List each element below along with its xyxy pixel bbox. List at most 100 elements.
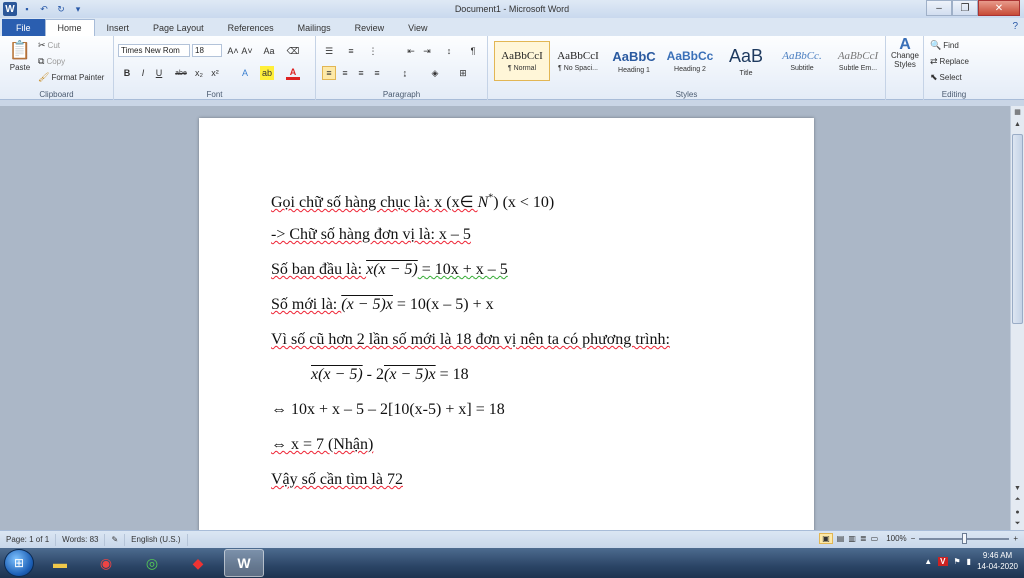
strikethrough-button[interactable]: abe <box>174 66 188 80</box>
scroll-down-icon[interactable]: ▼ <box>1011 482 1024 494</box>
change-case-icon[interactable]: Aa <box>262 44 276 58</box>
clear-formatting-icon[interactable]: ⌫ <box>286 44 300 58</box>
align-center-icon[interactable]: ≡ <box>338 66 352 80</box>
file-explorer-icon[interactable]: ▬ <box>40 549 80 577</box>
text-run: ⇔ 10x + x – 5 – 2[10(x-5) + x] = 18 <box>271 401 505 418</box>
maximize-button[interactable]: ❐ <box>952 0 978 16</box>
chrome-icon[interactable]: ◉ <box>86 549 126 577</box>
style-sample: AaBbCcI <box>557 50 599 62</box>
network-icon[interactable]: ▮ <box>967 557 971 566</box>
italic-button[interactable]: I <box>136 66 150 80</box>
app-red-icon[interactable]: ◆ <box>178 549 218 577</box>
help-icon[interactable]: ? <box>1012 21 1018 32</box>
bold-button[interactable]: B <box>120 66 134 80</box>
full-screen-icon[interactable]: ▤ <box>837 534 845 543</box>
cut-button[interactable]: ✂ Cut <box>38 40 60 51</box>
change-styles-button[interactable]: A Change Styles <box>888 37 922 70</box>
paste-button[interactable]: 📋 Paste <box>6 40 34 72</box>
zoom-out-button[interactable]: − <box>911 534 916 543</box>
subscript-button[interactable]: x₂ <box>192 66 206 80</box>
save-icon[interactable]: ▪ <box>20 2 34 16</box>
underline-button[interactable]: U <box>152 66 166 80</box>
browse-object-icon[interactable]: ● <box>1011 506 1024 518</box>
sort-icon[interactable]: ↕ <box>442 44 456 58</box>
style-heading-2[interactable]: AaBbCc Heading 2 <box>662 41 718 81</box>
ruler-toggle-icon[interactable]: ▦ <box>1011 106 1024 118</box>
line-spacing-icon[interactable]: ↨ <box>398 66 412 80</box>
style-subtitle[interactable]: AaBbCc. Subtitle <box>774 41 830 81</box>
grow-font-icon[interactable]: A˄ <box>226 44 240 58</box>
language-indicator[interactable]: English (U.S.) <box>125 533 188 546</box>
find-label: Find <box>943 41 959 50</box>
clipboard-group: 📋 Paste ✂ Cut ⧉ Copy 🖌 Format Painter Cl… <box>0 36 114 100</box>
tab-view[interactable]: View <box>396 19 439 36</box>
page-count[interactable]: Page: 1 of 1 <box>0 533 57 546</box>
justify-icon[interactable]: ≡ <box>370 66 384 80</box>
outline-icon[interactable]: ≣ <box>860 534 867 543</box>
copy-button[interactable]: ⧉ Copy <box>38 56 65 67</box>
proofing-status[interactable]: ✎ <box>105 533 126 546</box>
font-size-dropdown[interactable]: 18 <box>192 44 222 57</box>
tab-mailings[interactable]: Mailings <box>286 19 343 36</box>
style-heading-1[interactable]: AaBbC Heading 1 <box>606 41 662 81</box>
scroll-up-icon[interactable]: ▲ <box>1011 118 1024 130</box>
shading-icon[interactable]: ◈ <box>428 66 442 80</box>
previous-page-icon[interactable]: ⏶ <box>1011 494 1024 506</box>
decrease-indent-icon[interactable]: ⇤ <box>404 44 418 58</box>
style-title[interactable]: AaB Title <box>718 41 774 81</box>
show-formatting-button[interactable]: ¶ <box>466 44 480 58</box>
replace-button[interactable]: ⇄ Replace <box>930 56 969 67</box>
tab-references[interactable]: References <box>216 19 286 36</box>
web-layout-icon[interactable]: ▥ <box>848 534 856 543</box>
text-effects-icon[interactable]: A <box>238 66 252 80</box>
borders-icon[interactable]: ⊞ <box>456 66 470 80</box>
close-button[interactable]: ✕ <box>978 0 1020 16</box>
tab-file[interactable]: File <box>2 19 45 36</box>
customize-qat-icon[interactable]: ▾ <box>71 2 85 16</box>
clock[interactable]: 9:46 AM 14-04-2020 <box>977 550 1018 572</box>
tab-review[interactable]: Review <box>343 19 397 36</box>
zoom-slider[interactable] <box>919 532 1010 544</box>
multilevel-list-icon[interactable]: ⋮ <box>366 44 380 58</box>
style-subtle-emphasis[interactable]: AaBbCcI Subtle Em... <box>830 41 886 81</box>
minimize-button[interactable]: – <box>926 0 952 16</box>
text-run: ⇔ x = 7 (Nhận) <box>271 436 374 453</box>
tray-app-icon[interactable]: V <box>938 556 948 566</box>
find-button[interactable]: 🔍 Find <box>930 40 959 51</box>
undo-icon[interactable]: ↶ <box>37 2 51 16</box>
highlight-button[interactable]: ab <box>260 66 274 80</box>
style-normal[interactable]: AaBbCcI ¶ Normal <box>494 41 550 81</box>
increase-indent-icon[interactable]: ⇥ <box>420 44 434 58</box>
scroll-thumb[interactable] <box>1012 134 1023 324</box>
align-right-icon[interactable]: ≡ <box>354 66 368 80</box>
app-green-icon[interactable]: ◎ <box>132 549 172 577</box>
align-left-icon[interactable]: ≡ <box>322 66 336 80</box>
document-page[interactable]: Gọi chữ số hàng chục là: x (x∈ N*) (x < … <box>199 118 814 530</box>
tab-home[interactable]: Home <box>44 19 95 36</box>
numbering-icon[interactable]: ≡ <box>344 44 358 58</box>
select-button[interactable]: ⬉ Select <box>930 72 962 83</box>
style-no-spacing[interactable]: AaBbCcI ¶ No Spaci... <box>550 41 606 81</box>
superscript-button[interactable]: x² <box>208 66 222 80</box>
word-taskbar-icon[interactable]: W <box>224 549 264 577</box>
tab-insert[interactable]: Insert <box>95 19 142 36</box>
word-app-icon[interactable]: W <box>3 2 17 16</box>
format-painter-button[interactable]: 🖌 Format Painter <box>38 72 104 83</box>
word-count[interactable]: Words: 83 <box>56 533 106 546</box>
print-layout-icon[interactable]: ▣ <box>819 533 833 544</box>
tab-page-layout[interactable]: Page Layout <box>141 19 216 36</box>
font-color-button[interactable]: A <box>286 66 300 80</box>
bullets-icon[interactable]: ☰ <box>322 44 336 58</box>
zoom-in-button[interactable]: + <box>1013 534 1018 543</box>
start-button[interactable]: ⊞ <box>4 549 34 577</box>
zoom-slider-knob[interactable] <box>962 532 968 544</box>
font-name-dropdown[interactable]: Times New Rom <box>118 44 190 57</box>
tray-expand-icon[interactable]: ▲ <box>924 557 932 566</box>
draft-icon[interactable]: ▭ <box>871 534 879 543</box>
vertical-scrollbar[interactable]: ▦ ▲ ▼ ⏶ ● ⏷ <box>1010 106 1024 530</box>
zoom-level[interactable]: 100% <box>886 534 906 543</box>
shrink-font-icon[interactable]: A˅ <box>240 44 254 58</box>
flag-icon[interactable]: ⚑ <box>954 557 961 566</box>
next-page-icon[interactable]: ⏷ <box>1011 518 1024 530</box>
redo-icon[interactable]: ↻ <box>54 2 68 16</box>
